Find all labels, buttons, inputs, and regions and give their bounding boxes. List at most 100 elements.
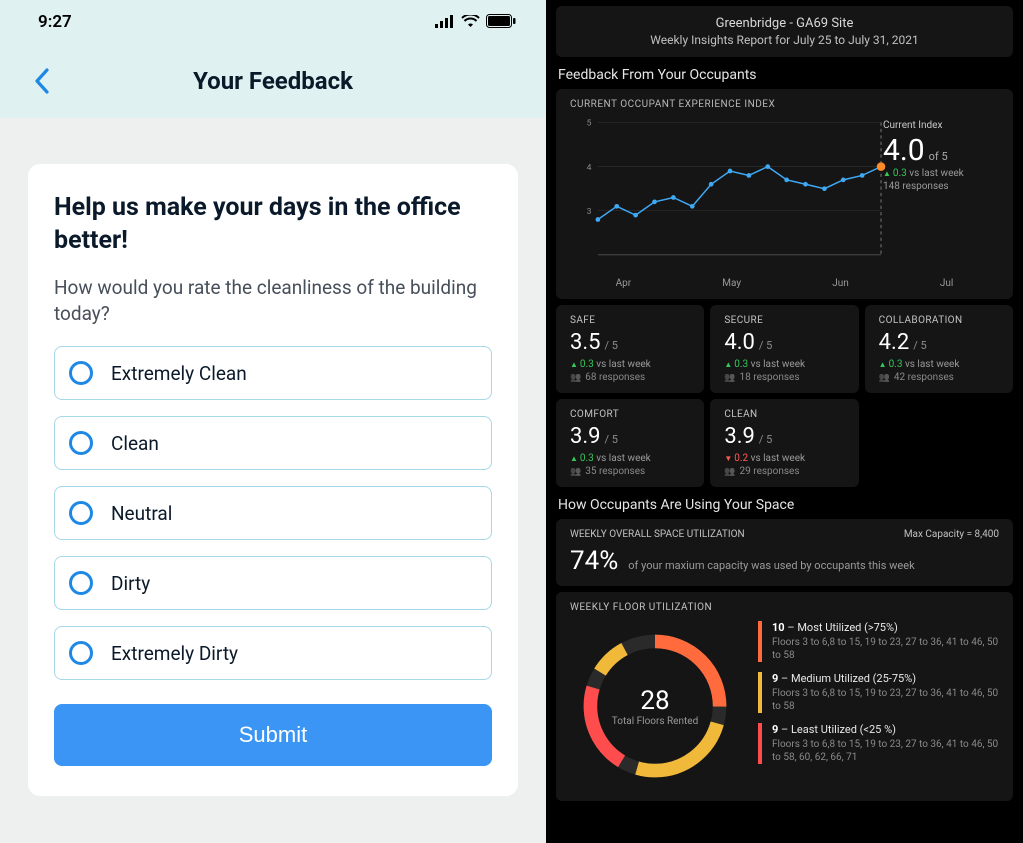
tile-delta: 0.3 vs last week [570, 359, 690, 370]
current-index-value: 4.0 [883, 133, 925, 168]
tile-delta: 0.3 vs last week [724, 359, 844, 370]
donut-value: 28 [640, 686, 669, 716]
tile-safe: SAFE 3.5/ 5 0.3 vs last week 68 response… [556, 305, 704, 393]
svg-text:3: 3 [587, 207, 592, 217]
battery-icon [486, 13, 516, 32]
radio-icon [69, 501, 93, 525]
page-title: Your Feedback [193, 67, 353, 95]
tile-of: / 5 [759, 339, 772, 352]
back-button[interactable] [28, 67, 56, 95]
floor-list: 10 – Most Utilized (>75%) Floors 3 to 6,… [758, 621, 999, 791]
tile-of: / 5 [759, 433, 772, 446]
tile-of: / 5 [605, 433, 618, 446]
tile-value: 3.9 [724, 424, 755, 449]
donut-chart: 28 Total Floors Rented [570, 621, 740, 791]
section-feedback-title: Feedback From Your Occupants [558, 67, 1013, 83]
option-extremely-clean[interactable]: Extremely Clean [54, 346, 492, 400]
option-label: Dirty [111, 572, 150, 595]
utilization-pct: 74% [570, 546, 618, 576]
svg-text:4: 4 [587, 163, 592, 173]
utilization-desc: of your maxium capacity was used by occu… [628, 559, 914, 572]
radio-icon [69, 431, 93, 455]
header-bar: Your Feedback [0, 44, 546, 118]
month-label: Apr [616, 278, 632, 289]
people-icon [879, 372, 890, 383]
tile-secure: SECURE 4.0 / 5 0.3 vs last week 18 respon… [710, 305, 858, 393]
floor-utilization-block: WEEKLY FLOOR UTILIZATION 28 Total Floors… [556, 592, 1013, 801]
section-usage-title: How Occupants Are Using Your Space [558, 497, 1013, 513]
site-header: Greenbridge - GA69 Site Weekly Insights … [556, 6, 1013, 57]
tile-responses: 35 responses [570, 466, 690, 477]
survey-question: How would you rate the cleanliness of th… [54, 275, 492, 326]
current-index-panel: Current Index 4.0 of 5 0.3 vs last week … [883, 120, 991, 192]
month-label: Jun [832, 278, 849, 289]
tile-comfort: COMFORT 3.9 / 5 0.3 vs last week 35 respo… [556, 399, 704, 487]
tile-of: / 5 [913, 339, 926, 352]
tile-collaboration: COLLABORATION 4.2/ 5 0.3 vs last week 42… [865, 305, 1013, 393]
month-label: May [722, 278, 741, 289]
insights-dashboard: Greenbridge - GA69 Site Weekly Insights … [546, 0, 1023, 843]
chevron-left-icon [34, 68, 50, 94]
wifi-icon [461, 13, 480, 32]
tile-label: COMFORT [570, 409, 690, 420]
chart-title: CURRENT OCCUPANT EXPERIENCE INDEX [570, 99, 999, 110]
floor-utilization-title: WEEKLY FLOOR UTILIZATION [570, 602, 999, 613]
option-clean[interactable]: Clean [54, 416, 492, 470]
tile-responses: 29 responses [724, 466, 844, 477]
chart-area: 3 4 5 Current Index 4.0 of 5 0.3 vs last w… [570, 114, 999, 274]
month-label: Jul [940, 278, 953, 289]
experience-index-chart-block: CURRENT OCCUPANT EXPERIENCE INDEX 3 4 5 Cu… [556, 89, 1013, 299]
feedback-card: Help us make your days in the office bet… [28, 164, 518, 796]
card-title: Help us make your days in the office bet… [54, 192, 492, 257]
tile-responses: 42 responses [879, 372, 999, 383]
tile-delta: 0.3 vs last week [570, 453, 690, 464]
tile-value: 3.5 [570, 330, 601, 355]
option-label: Clean [111, 432, 159, 455]
option-dirty[interactable]: Dirty [54, 556, 492, 610]
tile-label: SECURE [724, 315, 844, 326]
feedback-phone-screen: 9:27 Your Feedback Help us make your day… [0, 0, 546, 843]
current-delta: 0.3 vs last week [883, 168, 991, 179]
tile-responses: 18 responses [724, 372, 844, 383]
current-index-label: Current Index [883, 120, 991, 131]
tile-value: 3.9 [570, 424, 601, 449]
metric-tiles: SAFE 3.5/ 5 0.3 vs last week 68 response… [556, 305, 1013, 487]
floor-item-medium: 9 – Medium Utilized (25-75%) Floors 3 to… [758, 672, 999, 713]
people-icon [724, 372, 735, 383]
floor-item-least: 9 – Least Utilized (<25 %) Floors 3 to 6… [758, 723, 999, 764]
radio-icon [69, 361, 93, 385]
radio-icon [69, 641, 93, 665]
tile-responses: 68 responses [570, 372, 690, 383]
people-icon [724, 466, 735, 477]
tile-label: COLLABORATION [879, 315, 999, 326]
site-name: Greenbridge - GA69 Site [570, 16, 999, 31]
radio-icon [69, 571, 93, 595]
report-range: Weekly Insights Report for July 25 to Ju… [570, 33, 999, 47]
utilization-block: WEEKLY OVERALL SPACE UTILIZATION Max Cap… [556, 519, 1013, 586]
svg-text:5: 5 [587, 119, 592, 129]
tile-value: 4.0 [724, 330, 755, 355]
cell-signal-icon [435, 13, 455, 32]
submit-button[interactable]: Submit [54, 704, 492, 766]
current-index-of: of 5 [929, 150, 948, 163]
option-label: Extremely Clean [111, 362, 247, 385]
tile-label: CLEAN [724, 409, 844, 420]
chart-x-labels: Apr May Jun Jul [570, 278, 999, 289]
option-extremely-dirty[interactable]: Extremely Dirty [54, 626, 492, 680]
tile-of: / 5 [605, 339, 618, 352]
option-neutral[interactable]: Neutral [54, 486, 492, 540]
current-responses: 148 responses [883, 181, 991, 192]
status-time: 9:27 [38, 12, 72, 32]
max-capacity: Max Capacity = 8,400 [904, 529, 999, 540]
floor-item-most: 10 – Most Utilized (>75%) Floors 3 to 6,… [758, 621, 999, 662]
tile-value: 4.2 [879, 330, 910, 355]
option-label: Neutral [111, 502, 172, 525]
status-indicators [435, 13, 516, 32]
status-bar: 9:27 [0, 0, 546, 44]
people-icon [570, 372, 581, 383]
tile-delta: 0.3 vs last week [879, 359, 999, 370]
tile-clean: CLEAN 3.9 / 5 0.2 vs last week 29 respons… [710, 399, 858, 487]
utilization-title: WEEKLY OVERALL SPACE UTILIZATION [570, 529, 745, 540]
donut-label: Total Floors Rented [612, 716, 698, 727]
tile-delta: 0.2 vs last week [724, 453, 844, 464]
